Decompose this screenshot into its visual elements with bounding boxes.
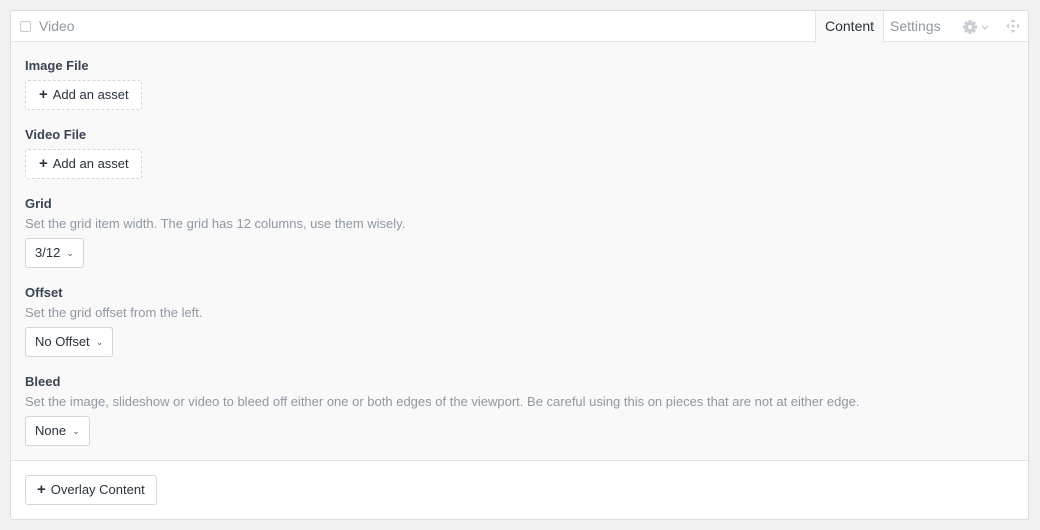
grid-label: Grid [25,196,52,211]
video-file-field: Video File [25,127,86,142]
gear-icon [963,20,989,34]
bleed-help: Set the image, slideshow or video to ble… [25,394,860,409]
grid-select[interactable]: 3/12 ⌄ [25,238,84,268]
offset-select[interactable]: No Offset ⌄ [25,327,114,357]
bleed-field: Bleed Set the image, slideshow or video … [25,374,859,409]
block-title: Video [39,18,75,34]
tab-settings[interactable]: Settings [881,11,950,42]
overlay-content-button[interactable]: + Overlay Content [25,475,157,505]
bleed-select[interactable]: None ⌄ [25,416,90,446]
offset-help: Set the grid offset from the left. [25,305,203,320]
grid-help: Set the grid item width. The grid has 12… [25,216,406,231]
video-block: Video Content Settings Image File + Add … [10,10,1029,520]
move-icon [1006,19,1020,33]
plus-icon: + [37,481,46,498]
block-header: Video Content Settings [11,11,1028,43]
tab-content[interactable]: Content [815,11,885,43]
block-settings-menu[interactable] [962,17,992,37]
block-footer: + Overlay Content [11,460,1028,519]
plus-icon: + [39,86,48,103]
chevron-down-icon: ⌄ [72,426,80,436]
offset-field: Offset Set the grid offset from the left… [25,285,203,320]
grid-field: Grid Set the grid item width. The grid h… [25,196,405,231]
plus-icon: + [39,155,48,172]
image-file-label: Image File [25,58,89,73]
chevron-down-icon [981,25,989,30]
block-select-checkbox[interactable] [20,21,31,32]
video-file-label: Video File [25,127,87,142]
image-file-field: Image File [25,58,89,73]
chevron-down-icon: ⌄ [95,337,104,347]
image-add-asset-button[interactable]: + Add an asset [25,80,142,110]
video-add-asset-button[interactable]: + Add an asset [25,149,142,179]
bleed-label: Bleed [25,374,61,389]
drag-handle[interactable] [1005,18,1021,34]
offset-label: Offset [25,285,63,300]
chevron-down-icon: ⌄ [66,248,74,258]
